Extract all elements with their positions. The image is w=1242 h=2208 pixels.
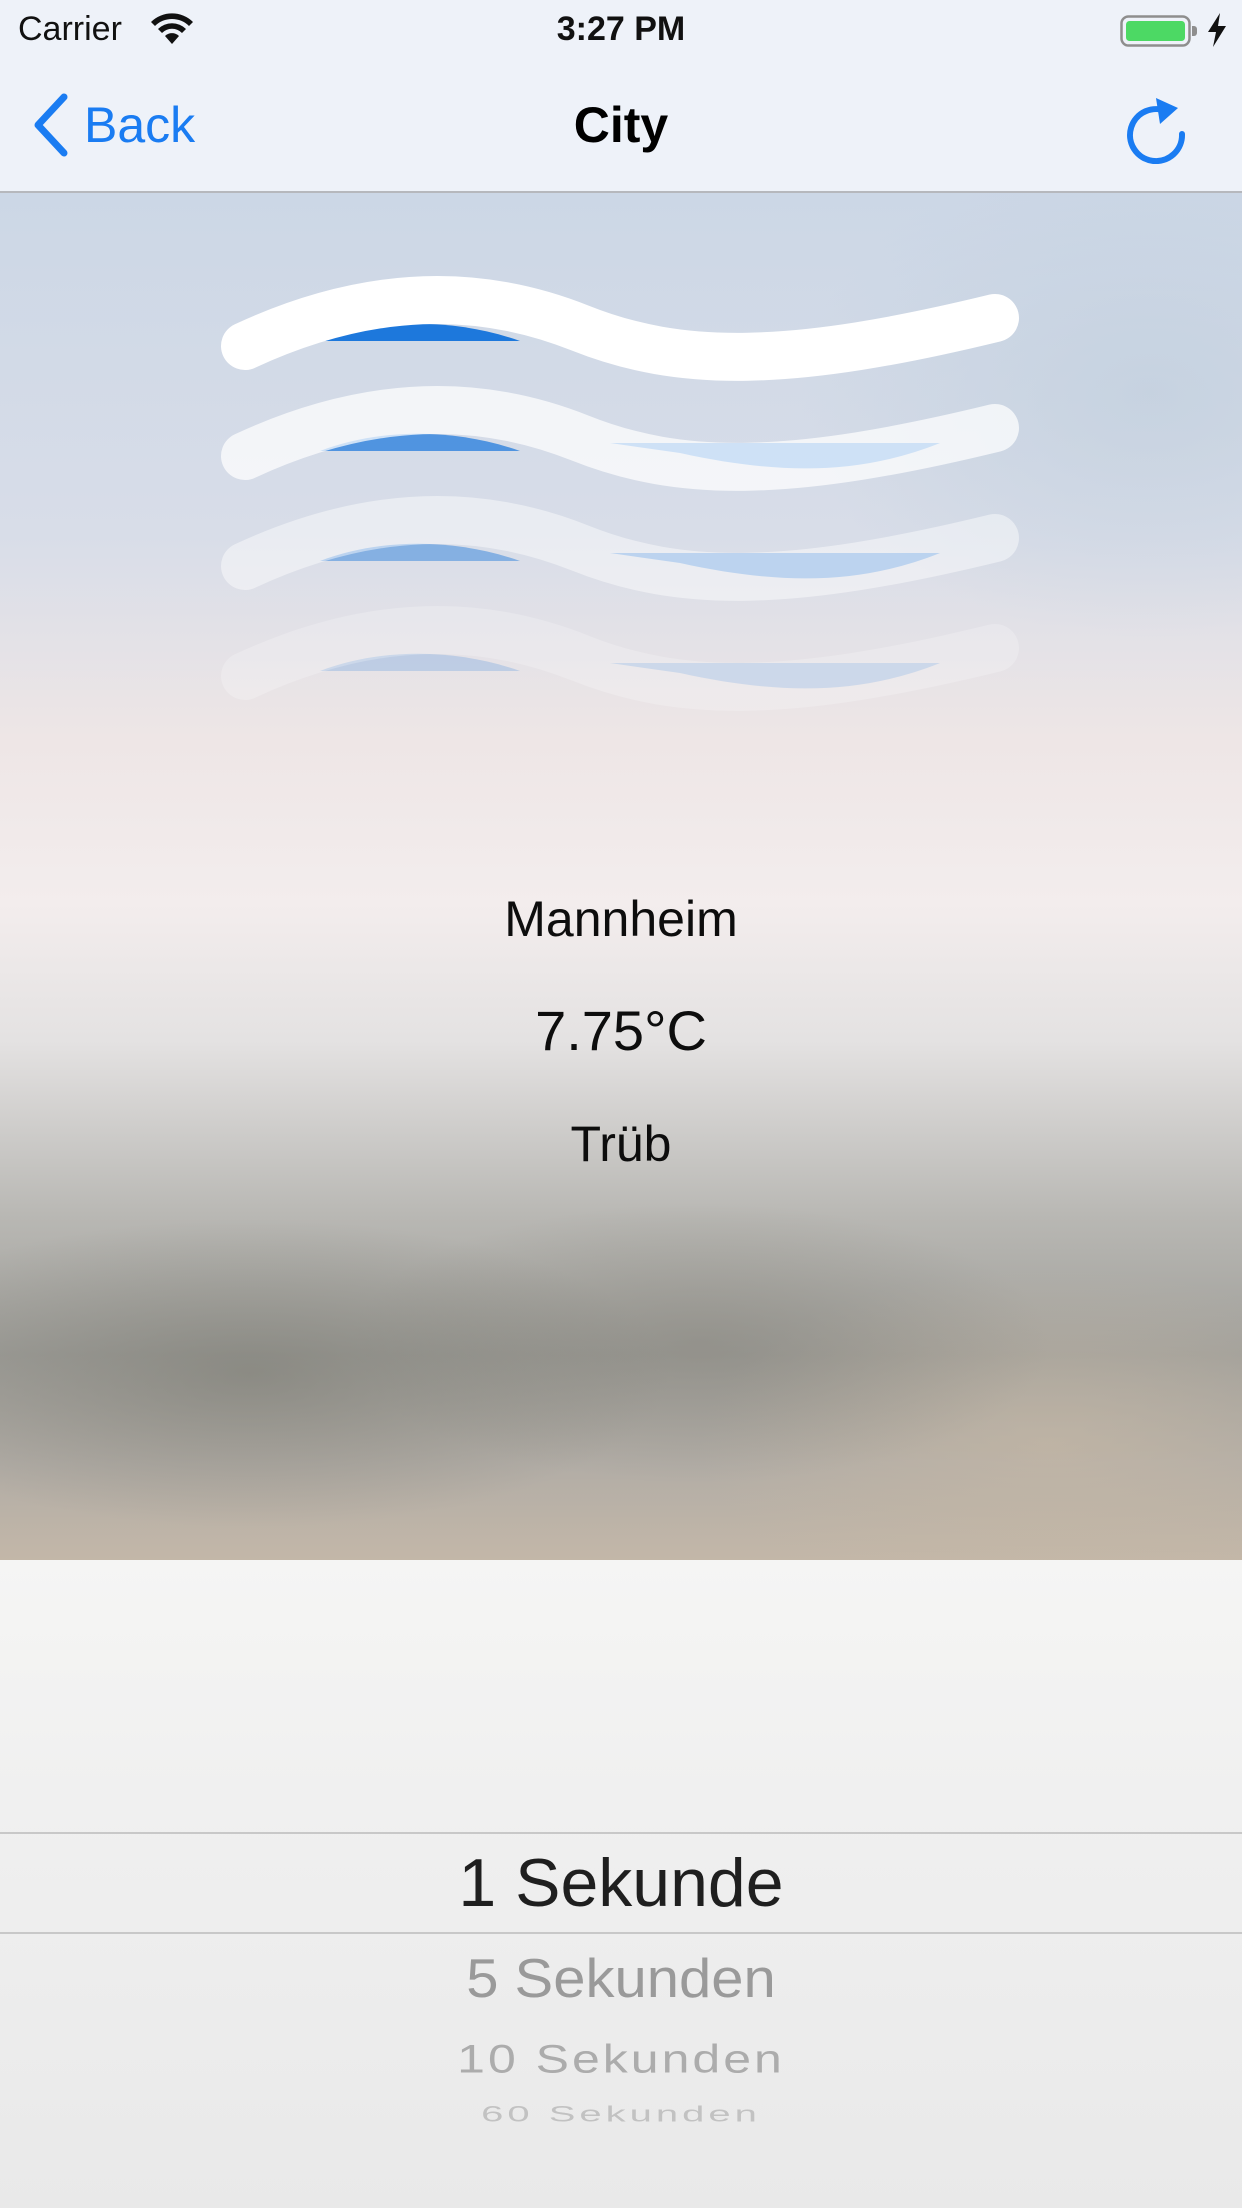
back-label: Back (84, 97, 196, 153)
interval-picker[interactable]: 1 Sekunde 5 Sekunden 10 Sekunden 60 Seku… (0, 1560, 1242, 2208)
picker-option[interactable]: 5 Sekunden (0, 1947, 1242, 2010)
status-bar: Carrier 3:27 PM (0, 0, 1242, 60)
charging-icon (1208, 13, 1226, 47)
battery-icon (1120, 15, 1197, 47)
temperature-value: 7.75°C (535, 999, 707, 1062)
weather-detail-screen: Carrier 3:27 PM Back City Mannheim 7.75°… (0, 0, 1242, 2208)
city-name: Mannheim (504, 891, 738, 947)
picker-option[interactable]: 10 Sekunden (0, 2036, 1242, 2082)
weather-panel: Mannheim 7.75°C Trüb (0, 193, 1242, 1560)
refresh-icon[interactable] (1120, 90, 1192, 164)
chevron-left-icon (34, 93, 68, 157)
weather-condition: Trüb (570, 1116, 672, 1172)
back-button[interactable]: Back (30, 90, 195, 160)
picker-option[interactable]: 60 Sekunden (0, 2102, 1242, 2127)
status-time: 3:27 PM (556, 10, 686, 48)
picker-option-selected[interactable]: 1 Sekunde (0, 1844, 1242, 1922)
navigation-bar: Back City (0, 60, 1242, 193)
